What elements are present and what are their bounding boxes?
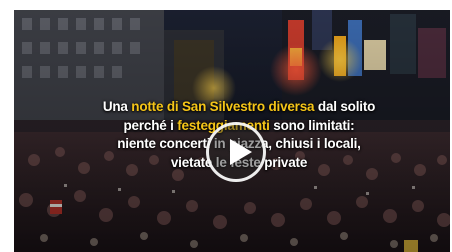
play-icon[interactable] — [230, 139, 252, 165]
caption-text: sono limitati: — [269, 117, 355, 133]
video-player[interactable]: Una notte di San Silvestro diversa dal s… — [14, 10, 450, 252]
caption-text: perché i — [123, 117, 178, 133]
caption-text: dal solito — [314, 99, 376, 114]
caption-text: Una — [102, 99, 132, 114]
caption-highlight: notte di San Silvestro — [131, 99, 265, 114]
caption-line-1: Una notte di San Silvestro diversa dal s… — [54, 98, 424, 117]
video-embed-frame: Una notte di San Silvestro diversa dal s… — [0, 0, 452, 252]
play-button[interactable] — [206, 122, 266, 182]
caption-highlight: diversa — [264, 99, 315, 114]
